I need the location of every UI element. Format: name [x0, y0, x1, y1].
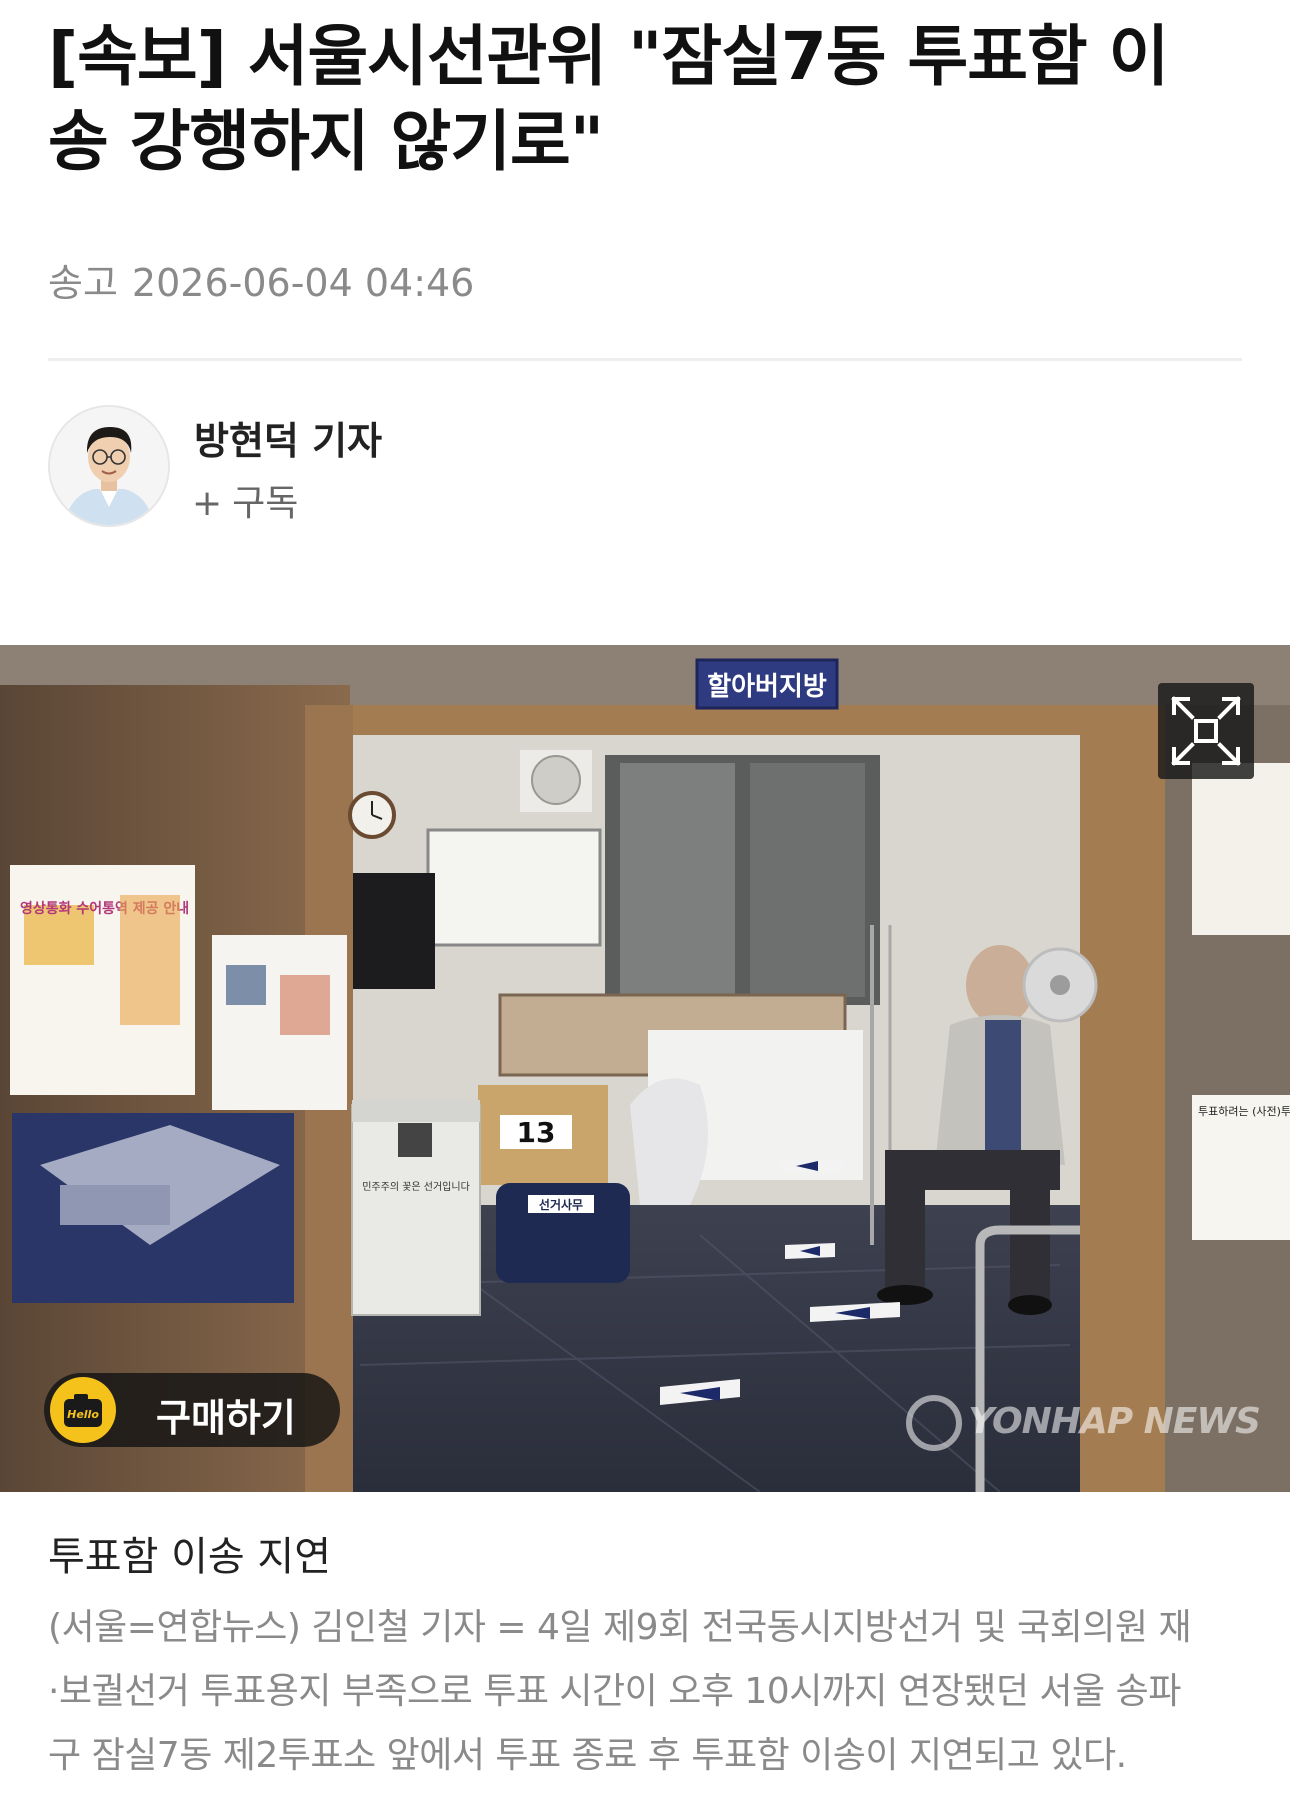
- publish-date-label: 송고: [48, 261, 118, 305]
- bag-label: 선거사무: [539, 1197, 583, 1212]
- photo-caption: 투표함 이송 지연: [48, 1534, 332, 1580]
- reporter-avatar[interactable]: [48, 405, 170, 527]
- expand-icon: [1171, 696, 1241, 766]
- room-sign: 할아버지방: [707, 672, 827, 702]
- reporter-name[interactable]: 방현덕 기자: [194, 410, 382, 465]
- yonhap-watermark: YONHAP NEWS: [906, 1395, 1261, 1451]
- ballot-box-label: 민주주의 꽃은 선거입니다: [362, 1180, 470, 1193]
- plus-icon: +: [192, 483, 223, 524]
- expand-photo-button[interactable]: [1158, 683, 1254, 779]
- hello-camera-icon: Hello: [50, 1377, 116, 1443]
- publish-date: 송고 2026-06-04 04:46: [48, 252, 474, 307]
- publish-date-value: 2026-06-04 04:46: [131, 261, 475, 305]
- purchase-label: 구매하기: [156, 1396, 296, 1440]
- purchase-photo-button[interactable]: Hello 구매하기: [44, 1373, 340, 1447]
- box-number: 13: [517, 1116, 556, 1149]
- article-photo[interactable]: 할아버지방 13 민주주의 꽃은 선거입니다 선거사무 영상통화 수어통역 제공…: [0, 645, 1290, 1492]
- body-line-1: (서울=연합뉴스) 김인철 기자 = 4일 제9회 전국동시지방선거 및 국회의…: [48, 1607, 1192, 1648]
- hello-badge-text: Hello: [67, 1408, 99, 1421]
- yonhap-logo-icon: [906, 1395, 963, 1451]
- article-headline: [속보] 서울시선관위 "잠실7동 투표함 이 송 강행하지 않기로": [48, 14, 1248, 184]
- reporter-photo: [50, 407, 168, 525]
- subscribe-button[interactable]: + 구독: [192, 474, 298, 526]
- headline-line-1: [속보] 서울시선관위 "잠실7동 투표함 이: [48, 18, 1169, 95]
- watermark-text: YONHAP NEWS: [968, 1401, 1261, 1442]
- body-line-2: ·보궐선거 투표용지 부족으로 투표 시간이 오후 10시까지 연장됐던 서울 …: [48, 1671, 1181, 1712]
- headline-line-2: 송 강행하지 않기로": [48, 103, 604, 180]
- header-divider: [48, 358, 1242, 361]
- body-line-3: 구 잠실7동 제2투표소 앞에서 투표 종료 후 투표함 이송이 지연되고 있다…: [48, 1735, 1127, 1776]
- polling-station-photo: 할아버지방 13 민주주의 꽃은 선거입니다 선거사무 영상통화 수어통역 제공…: [0, 645, 1290, 1492]
- subscribe-label: 구독: [232, 483, 299, 524]
- article-body: (서울=연합뉴스) 김인철 기자 = 4일 제9회 전국동시지방선거 및 국회의…: [48, 1596, 1248, 1788]
- notice-text: 투표하려는 (사전)투표소에 출 이미 투표한 사 하려는 경우 투표 (공직선…: [1198, 1104, 1290, 1118]
